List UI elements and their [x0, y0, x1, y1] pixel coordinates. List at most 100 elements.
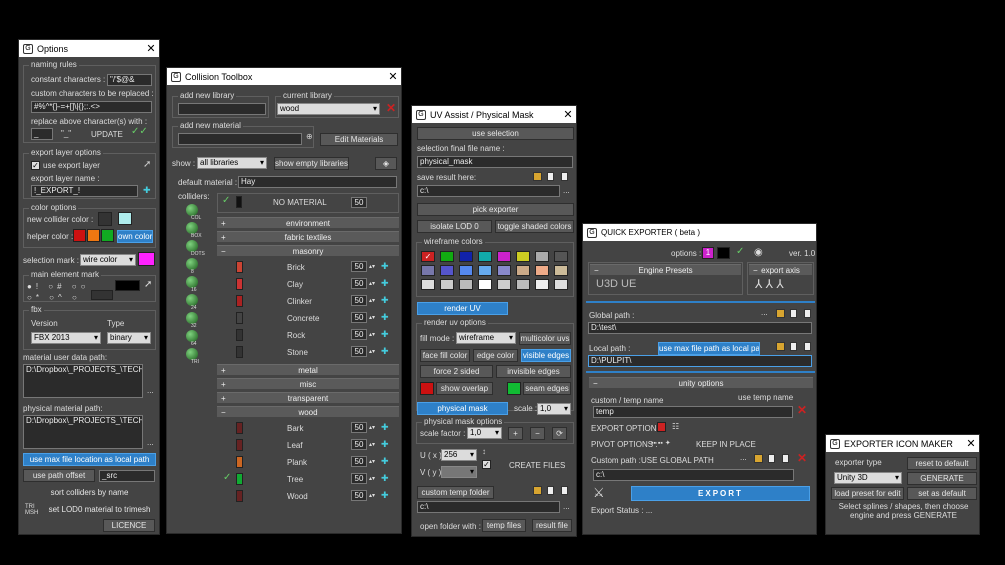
file-icon[interactable] [804, 342, 811, 351]
add-icon[interactable]: ⊕ [306, 132, 313, 141]
qe-titlebar[interactable]: G QUICK EXPORTER ( beta ) [583, 224, 816, 241]
wireframe-color-swatch[interactable] [535, 265, 549, 276]
material-swatch[interactable] [236, 473, 243, 485]
show-empty-button[interactable]: show empty libraries [274, 157, 349, 170]
add-icon[interactable]: ✚ [381, 329, 389, 340]
phys-mat-path[interactable]: D:\Dropbox\_PROJECTS_\TECH\Scripts\multi… [23, 415, 143, 449]
material-swatch[interactable] [236, 439, 243, 451]
file-icon[interactable] [561, 172, 568, 181]
browse-button[interactable]: ... [761, 308, 768, 317]
folder-icon[interactable] [533, 486, 542, 495]
wireframe-color-swatch[interactable] [440, 265, 454, 276]
material-row[interactable]: ✓ Tree 50 ▴▾ ✚ [217, 471, 399, 488]
add-icon[interactable]: ✚ [381, 422, 389, 433]
material-swatch[interactable] [236, 278, 243, 290]
wireframe-color-swatch[interactable] [478, 279, 492, 290]
constant-input[interactable]: "/'$@& [107, 74, 152, 86]
material-row[interactable]: Rock 50 ▴▾ ✚ [217, 327, 399, 344]
material-value[interactable]: 50 [351, 473, 367, 484]
fill-mode-dropdown[interactable]: wireframe [456, 332, 516, 344]
material-value[interactable]: 50 [351, 456, 367, 467]
edge-color-button[interactable]: edge color [473, 349, 518, 362]
eim-titlebar[interactable]: G EXPORTER ICON MAKER ✕ [826, 435, 979, 452]
seam-color-swatch[interactable] [507, 382, 521, 395]
add-icon[interactable]: ✚ [381, 261, 389, 272]
current-library-dropdown[interactable]: wood [277, 103, 380, 115]
add-icon[interactable]: ✚ [381, 295, 389, 306]
custom-temp-button[interactable]: custom temp folder [417, 486, 494, 499]
result-file-button[interactable]: result file [532, 519, 572, 532]
pivot-icons[interactable]: ▪▪ ▪▪ ✦ [651, 439, 671, 447]
export-option-icon[interactable] [657, 422, 666, 432]
wireframe-color-swatch[interactable] [440, 251, 454, 262]
axis-icons[interactable]: ⅄ ⅄ ⅄ [755, 277, 784, 291]
stepper-icon[interactable]: ▴▾ [369, 331, 375, 338]
mark-color-swatch[interactable] [115, 280, 140, 291]
unreal-icon[interactable]: U3D UE [596, 278, 636, 290]
folder-icon[interactable] [754, 454, 763, 463]
refresh-icon[interactable]: ⟳ [552, 427, 567, 440]
licence-button[interactable]: LICENCE [103, 519, 155, 532]
fbx-type-dropdown[interactable]: binary [107, 332, 151, 344]
stepper-icon[interactable]: ▴▾ [369, 280, 375, 287]
expand-icon[interactable]: − [221, 407, 226, 418]
wireframe-color-swatch[interactable]: ✓ [421, 251, 435, 262]
wireframe-color-swatch[interactable] [535, 251, 549, 262]
collider-color-swatch[interactable] [118, 212, 132, 225]
invisible-edges-button[interactable]: invisible edges [496, 365, 571, 378]
visible-edges-button[interactable]: visible edges [521, 349, 571, 362]
add-icon[interactable]: ✚ [381, 490, 389, 501]
default-material-input[interactable]: Hay [238, 176, 397, 188]
add-material-input[interactable] [178, 133, 302, 145]
exporter-type-dropdown[interactable]: Unity 3D [834, 472, 902, 484]
export-axis-header[interactable]: − export axis [749, 264, 812, 275]
close-icon[interactable]: ✕ [143, 42, 159, 55]
local-path-input[interactable]: D:\PULPIT\ [588, 355, 812, 367]
close-icon[interactable]: ✕ [560, 108, 576, 121]
settings-icon[interactable]: ◈ [375, 157, 397, 170]
plus-icon[interactable]: + [508, 427, 523, 440]
wireframe-color-swatch[interactable] [554, 265, 568, 276]
check-icon[interactable]: ✓ [736, 246, 744, 257]
link-icon[interactable]: ↕ [482, 447, 486, 456]
cursor-icon[interactable]: ➚ [144, 279, 152, 290]
own-color-button[interactable]: own color [117, 230, 153, 243]
group-header-environment[interactable]: + environment [217, 217, 399, 228]
expand-icon[interactable]: + [221, 379, 226, 390]
wireframe-color-swatch[interactable] [554, 279, 568, 290]
show-overlap-button[interactable]: show overlap [436, 382, 493, 395]
delete-icon[interactable]: ✕ [797, 403, 807, 417]
overlap-color-swatch[interactable] [420, 382, 434, 395]
group-header-misc[interactable]: + misc [217, 378, 399, 389]
engine-presets-header[interactable]: − Engine Presets [590, 264, 741, 275]
material-swatch[interactable] [236, 456, 243, 468]
stepper-icon[interactable]: ▴▾ [369, 297, 375, 304]
export-layer-name-input[interactable]: !_EXPORT_! [31, 185, 138, 197]
material-value[interactable]: 50 [351, 490, 367, 501]
material-swatch[interactable] [236, 261, 243, 273]
material-row[interactable]: Concrete 50 ▴▾ ✚ [217, 310, 399, 327]
wireframe-color-swatch[interactable] [459, 251, 473, 262]
add-icon[interactable]: ✚ [381, 473, 389, 484]
stepper-icon[interactable]: ▴▾ [369, 492, 375, 499]
material-swatch[interactable] [236, 329, 243, 341]
toggle-shaded-button[interactable]: toggle shaded colors [495, 220, 574, 233]
wireframe-color-swatch[interactable] [440, 279, 454, 290]
wireframe-color-swatch[interactable] [478, 265, 492, 276]
collision-titlebar[interactable]: G Collision Toolbox ✕ [167, 68, 401, 85]
stepper-icon[interactable]: ▴▾ [369, 263, 375, 270]
material-value[interactable]: 50 [351, 312, 367, 323]
mat-user-data-path[interactable]: D:\Dropbox\_PROJECTS_\TECH\Scripts\multi… [23, 364, 143, 398]
temp-path-input[interactable]: c:\ [417, 501, 560, 513]
wireframe-color-swatch[interactable] [497, 251, 511, 262]
material-swatch[interactable] [236, 422, 243, 434]
material-swatch[interactable] [236, 346, 243, 358]
file-icon[interactable] [790, 309, 797, 318]
fbx-version-dropdown[interactable]: FBX 2013 [31, 332, 101, 344]
wireframe-color-swatch[interactable] [478, 251, 492, 262]
delete-icon[interactable]: ✕ [797, 451, 807, 465]
v-dropdown[interactable] [441, 466, 477, 478]
wireframe-color-swatch[interactable] [497, 279, 511, 290]
wireframe-color-swatch[interactable] [497, 265, 511, 276]
replace-input[interactable]: _ [31, 128, 53, 140]
